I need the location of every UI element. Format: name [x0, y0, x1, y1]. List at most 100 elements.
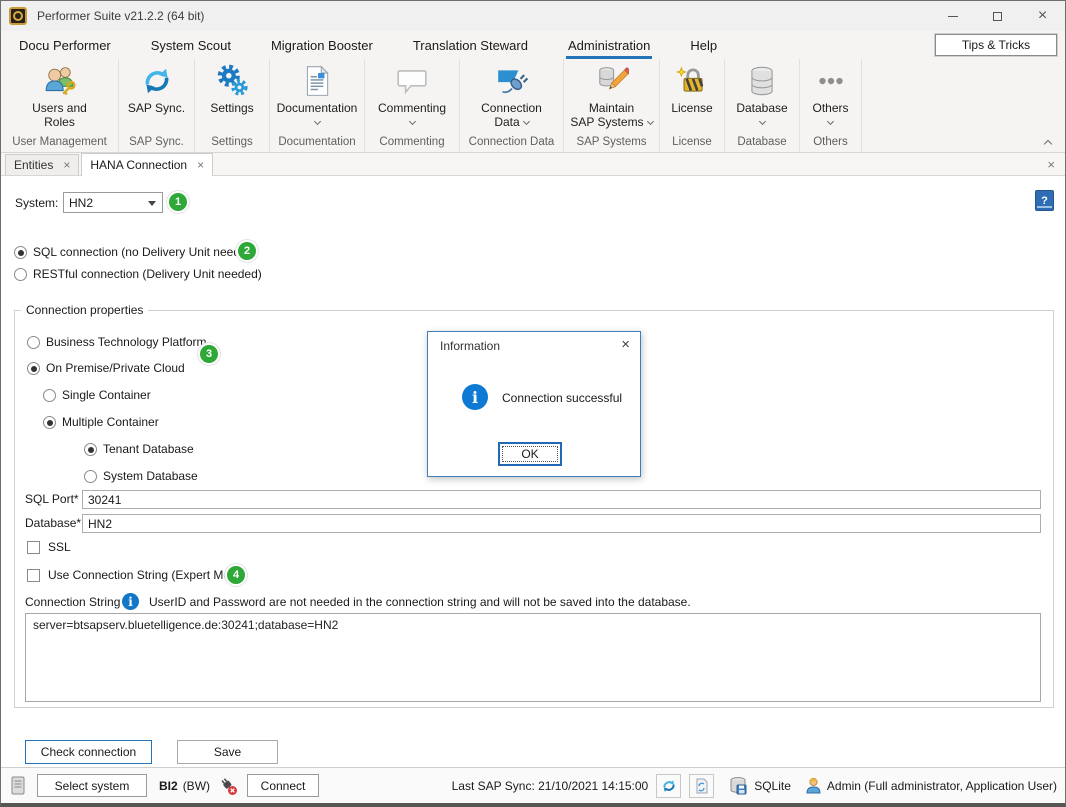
tab-translation-steward[interactable]: Translation Steward [411, 34, 530, 59]
close-tab-icon[interactable] [63, 158, 70, 172]
system-label: System: [15, 196, 58, 210]
sql-port-label: SQL Port* [25, 492, 79, 506]
sql-connection-radio[interactable] [14, 246, 27, 259]
tenant-database-radio[interactable] [84, 443, 97, 456]
close-panel-icon[interactable] [1047, 157, 1055, 172]
dialog-message: Connection successful [502, 391, 622, 405]
tab-help[interactable]: Help [688, 34, 719, 59]
title-bar: Performer Suite v21.2.2 (64 bit) [1, 1, 1065, 31]
ribbon-group-label: Documentation [278, 136, 355, 152]
documentation-button[interactable]: Documentation [277, 101, 358, 115]
ribbon-group-label: SAP Sync. [129, 136, 184, 152]
check-connection-button[interactable]: Check connection [25, 740, 152, 764]
settings-button[interactable]: Settings [210, 101, 253, 115]
document-icon[interactable] [300, 64, 334, 98]
app-logo-icon [9, 7, 27, 25]
speech-bubble-icon[interactable] [395, 64, 429, 98]
dialog-close-icon[interactable] [621, 336, 630, 353]
ellipsis-icon[interactable] [814, 64, 848, 98]
padlock-icon[interactable] [675, 64, 709, 98]
close-button[interactable] [1020, 1, 1065, 31]
commenting-button[interactable]: Commenting [378, 101, 446, 115]
ribbon-group-label: Connection Data [469, 136, 555, 152]
minimize-button[interactable] [930, 1, 975, 31]
tab-docu-performer[interactable]: Docu Performer [17, 34, 113, 59]
ribbon-tab-bar: Docu Performer System Scout Migration Bo… [1, 31, 1065, 59]
database-button[interactable]: Database [736, 101, 787, 115]
ribbon-group-documentation: Documentation Documentation [270, 59, 365, 152]
help-icon[interactable]: ? [1035, 190, 1054, 211]
tips-and-tricks-button[interactable]: Tips & Tricks [935, 34, 1057, 56]
restful-connection-radio[interactable] [14, 268, 27, 281]
database-label: Database* [25, 516, 81, 530]
restful-connection-label[interactable]: RESTful connection (Delivery Unit needed… [33, 267, 262, 281]
users-and-roles-button[interactable]: Users andRoles [32, 101, 87, 129]
sql-connection-label[interactable]: SQL connection (no Delivery Unit needed) [33, 245, 257, 259]
select-system-button[interactable]: Select system [37, 774, 147, 797]
chevron-down-icon [827, 118, 834, 125]
document-tab-strip: Entities HANA Connection [1, 153, 1065, 176]
others-button[interactable]: Others [812, 101, 848, 115]
gears-icon[interactable] [215, 64, 249, 98]
system-dropdown[interactable]: HN2 [63, 192, 163, 213]
connection-data-button[interactable]: Connection Data [481, 101, 542, 129]
document-sync-button[interactable] [689, 774, 714, 798]
tab-migration-booster[interactable]: Migration Booster [269, 34, 375, 59]
user-icon [805, 777, 822, 794]
ribbon-group-commenting: Commenting Commenting [365, 59, 460, 152]
expert-mode-label[interactable]: Use Connection String (Expert Mode) [48, 568, 247, 582]
sql-port-input[interactable]: 30241 [82, 490, 1041, 509]
ribbon-group-sap-systems: Maintain SAP Systems SAP Systems [564, 59, 660, 152]
ribbon: Users andRoles User Management SAP Sync.… [1, 59, 1065, 153]
ribbon-group-sap-sync: SAP Sync. SAP Sync. [119, 59, 195, 152]
status-bar: Select system BI2 (BW) Connect Last SAP … [1, 767, 1065, 803]
connection-string-note: UserID and Password are not needed in th… [149, 595, 691, 609]
tab-administration[interactable]: Administration [566, 34, 652, 59]
close-tab-icon[interactable] [197, 158, 204, 172]
sap-sync-icon[interactable] [140, 64, 174, 98]
tab-system-scout[interactable]: System Scout [149, 34, 233, 59]
connection-string-textarea[interactable]: server=btsapserv.bluetelligence.de:30241… [25, 613, 1041, 702]
users-roles-icon[interactable] [43, 64, 77, 98]
ssl-checkbox[interactable] [27, 541, 40, 554]
connector-icon[interactable] [495, 64, 529, 98]
chevron-down-icon [758, 118, 765, 125]
system-database-radio[interactable] [84, 470, 97, 483]
dialog-title: Information [440, 339, 500, 353]
server-icon [9, 775, 27, 797]
last-sap-sync: Last SAP Sync: 21/10/2021 14:15:00 [452, 779, 649, 793]
tab-hana-connection[interactable]: HANA Connection [81, 153, 213, 176]
database-icon[interactable] [745, 64, 779, 98]
maximize-button[interactable] [975, 1, 1020, 31]
tab-entities[interactable]: Entities [5, 154, 79, 175]
maintain-sap-systems-button[interactable]: Maintain SAP Systems [570, 101, 652, 129]
ribbon-group-label: License [672, 136, 712, 152]
multiple-container-label[interactable]: Multiple Container [62, 415, 159, 429]
information-icon: i [462, 384, 488, 410]
btp-radio[interactable] [27, 336, 40, 349]
current-system-id: BI2 [159, 779, 178, 793]
system-database-label[interactable]: System Database [103, 469, 198, 483]
on-premise-label[interactable]: On Premise/Private Cloud [46, 361, 185, 375]
btp-label[interactable]: Business Technology Platform [46, 335, 207, 349]
ribbon-group-license: License License [660, 59, 725, 152]
database-input[interactable]: HN2 [82, 514, 1041, 533]
multiple-container-radio[interactable] [43, 416, 56, 429]
database-pencil-icon[interactable] [595, 64, 629, 98]
expert-mode-checkbox[interactable] [27, 569, 40, 582]
ssl-label[interactable]: SSL [48, 540, 71, 554]
single-container-radio[interactable] [43, 389, 56, 402]
sqlite-database-icon [728, 776, 750, 796]
save-button[interactable]: Save [177, 740, 278, 764]
refresh-sync-button[interactable] [656, 774, 681, 798]
single-container-label[interactable]: Single Container [62, 388, 151, 402]
sap-sync-button[interactable]: SAP Sync. [128, 101, 185, 115]
on-premise-radio[interactable] [27, 362, 40, 375]
disconnected-plug-icon [217, 775, 239, 797]
ok-button[interactable]: OK [498, 442, 562, 466]
collapse-ribbon-button[interactable] [1045, 136, 1053, 144]
information-dialog: Information i Connection successful OK [427, 331, 641, 477]
license-button[interactable]: License [671, 101, 712, 115]
connect-button[interactable]: Connect [247, 774, 319, 797]
tenant-database-label[interactable]: Tenant Database [103, 442, 194, 456]
